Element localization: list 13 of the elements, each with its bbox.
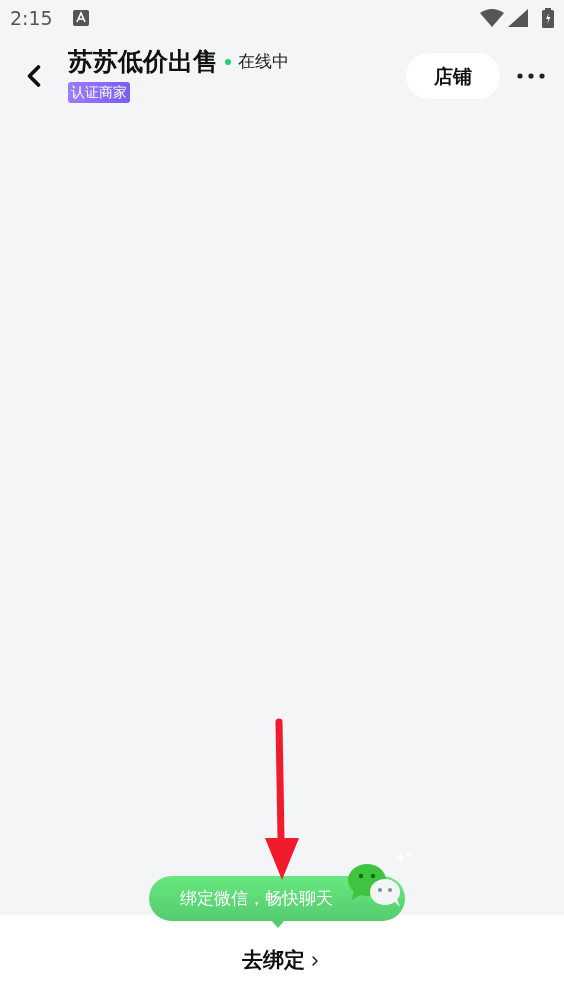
signal-icon <box>508 9 528 27</box>
verified-merchant-badge: 认证商家 <box>68 82 130 104</box>
more-icon <box>517 73 545 79</box>
store-button[interactable]: 店铺 <box>406 53 500 99</box>
wifi-icon <box>480 9 504 27</box>
seller-name: 苏苏低价出售 <box>68 45 218 78</box>
online-status: 在线中 <box>238 49 289 73</box>
bind-wechat-tip-text: 绑定微信，畅快聊天 <box>180 886 333 910</box>
keyboard-notification-icon <box>72 10 89 26</box>
battery-icon <box>542 8 554 28</box>
tip-pointer-icon <box>271 920 285 928</box>
bind-link[interactable]: 去绑定 <box>241 944 323 977</box>
status-time: 2:15 <box>10 5 53 31</box>
